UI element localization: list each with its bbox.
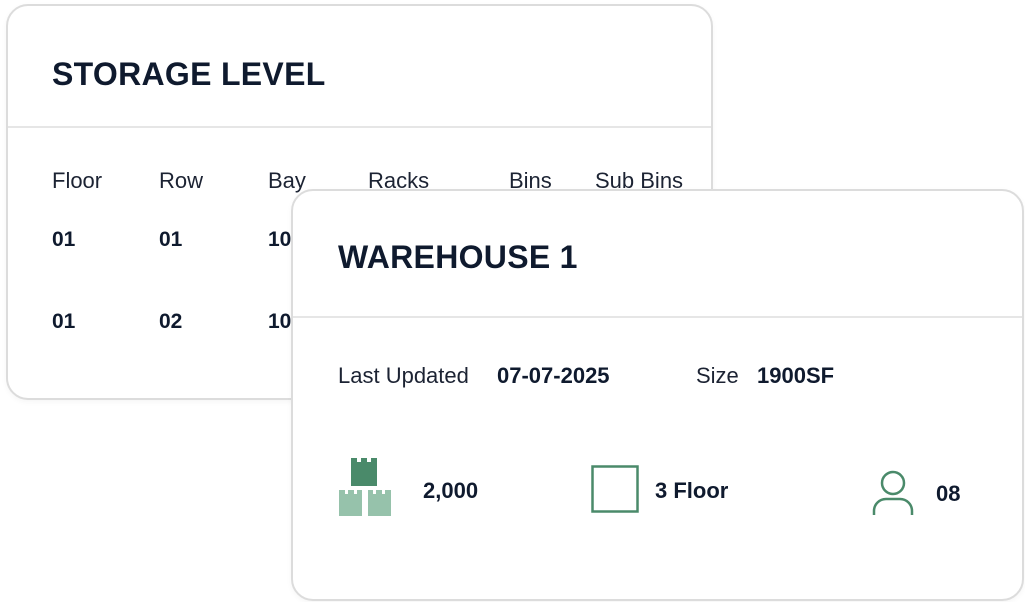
last-updated-value: 07-07-2025 — [497, 363, 610, 388]
cell-row: 01 — [159, 228, 183, 251]
inventory-value: 2,000 — [423, 478, 479, 503]
column-header-row: Row — [159, 168, 204, 193]
boxes-icon — [337, 456, 393, 523]
cell-floor: 01 — [52, 228, 76, 251]
warehouse-card[interactable]: WAREHOUSE 1 Last Updated 07-07-2025 Size… — [291, 189, 1024, 601]
storage-level-divider — [8, 126, 711, 128]
column-header-bay: Bay — [268, 168, 306, 193]
cell-bay: 10 — [268, 228, 292, 251]
column-header-floor: Floor — [52, 168, 103, 193]
user-icon — [871, 469, 915, 522]
floors-value: 3 Floor — [655, 478, 729, 503]
cell-floor: 01 — [52, 310, 76, 333]
staff-value: 08 — [936, 481, 961, 506]
size-label: Size — [696, 363, 739, 388]
square-icon — [591, 465, 639, 518]
warehouse-divider — [293, 316, 1022, 318]
size-value: 1900SF — [757, 363, 835, 388]
cell-row: 02 — [159, 310, 183, 333]
last-updated-label: Last Updated — [338, 363, 469, 388]
storage-level-title: STORAGE LEVEL — [52, 56, 326, 92]
cell-bay: 10 — [268, 310, 292, 333]
warehouse-title: WAREHOUSE 1 — [338, 239, 578, 275]
